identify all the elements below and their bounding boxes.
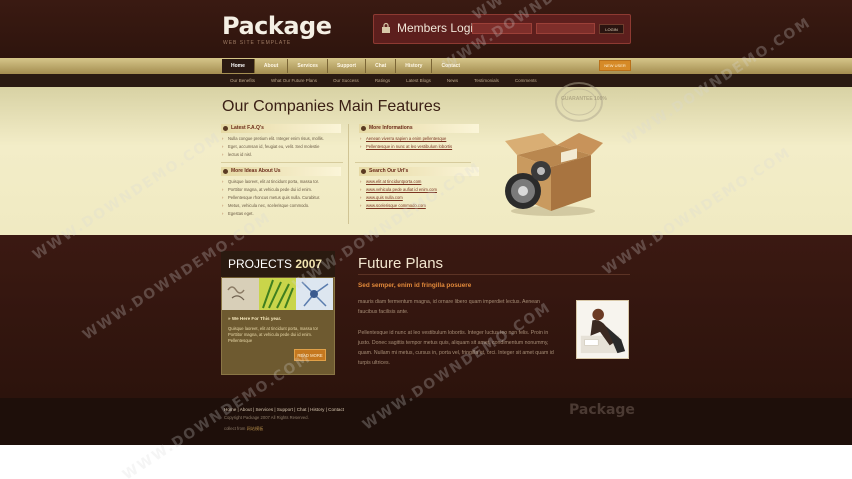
divider [355, 162, 471, 163]
footer-logo: Package [569, 402, 635, 418]
read-more-button[interactable]: READ MORE [294, 349, 326, 361]
nav-item-about[interactable]: About [255, 59, 287, 73]
subnav-item[interactable]: What Our Future Plans [263, 74, 325, 87]
future-plans-photo[interactable] [576, 300, 629, 359]
projects-title: PROJECTS 2007 [228, 257, 322, 271]
projects-subheading: » We Here For This year. [228, 316, 281, 321]
nav-item-home[interactable]: Home [222, 59, 254, 73]
feature-link[interactable]: www.scelerisque commodo.com [360, 202, 437, 210]
feature-list-item: Porttitor magna, at vehicula pede dui id… [222, 186, 320, 194]
nav-item-chat[interactable]: Chat [366, 59, 395, 73]
sub-nav: Our Benefits What Our Future Plans Our Suc… [222, 74, 545, 87]
nav-item-services[interactable]: Services [288, 59, 327, 73]
projects-subheading-text: We Here For This year. [231, 316, 282, 321]
subnav-item[interactable]: Our Benefits [222, 74, 263, 87]
divider [348, 124, 349, 224]
footer-credit-link[interactable]: 网站模板 [247, 426, 264, 431]
future-plans-subtitle: Sed semper, enim id fringilla posuere [358, 282, 472, 289]
future-plans-paragraph: Pellentesque id nunc at leo vestibulum l… [358, 330, 554, 366]
projects-title-year: 2007 [295, 257, 323, 271]
new-user-button[interactable]: NEW USER [599, 60, 631, 71]
guarantee-stamp-text: GUARANTEE 100% [561, 96, 607, 102]
future-plans-paragraph: mauris diam fermentum magna, id ornare l… [358, 299, 540, 315]
more-ideas-list: Quisque laoreet, elit at tincidunt porta… [222, 178, 320, 218]
info-list: Aenean viverra sapien a enim pellentesqu… [360, 135, 452, 151]
feature-link[interactable]: www.elit at tinciduntporta.com [360, 178, 437, 186]
nav-item-contact[interactable]: Contact [432, 59, 469, 73]
subnav-item[interactable]: Comments [507, 74, 545, 87]
footer [0, 398, 852, 445]
login-button[interactable]: LOGIN [599, 24, 624, 34]
lock-icon [382, 22, 390, 33]
subnav-item[interactable]: Latest Blogs [398, 74, 439, 87]
feature-list-item: Nulla congue pretium elit. Integer enim … [222, 135, 324, 143]
subnav-item[interactable]: News [439, 74, 466, 87]
feature-link[interactable]: Pellentesque in nunc at leo vestibulum l… [360, 143, 452, 151]
username-input[interactable] [472, 23, 532, 34]
urls-list: www.elit at tinciduntporta.comwww.vehicu… [360, 178, 437, 210]
feature-link[interactable]: www.vehicula pede aufiat id enim.com [360, 186, 437, 194]
faq-list: Nulla congue pretium elit. Integer enim … [222, 135, 324, 159]
features-title: Our Companies Main Features [222, 98, 441, 115]
logo-tagline: WEB SITE TEMPLATE [223, 40, 292, 46]
feature-list-item: Pellentesque rhoncus metus quis nulla. C… [222, 194, 320, 202]
info-heading: More Informations [359, 124, 479, 133]
feature-list-item: Egestas eget. [222, 210, 320, 218]
divider [221, 162, 343, 163]
feature-link[interactable]: Aenean viverra sapien a enim pellentesqu… [360, 135, 452, 143]
feature-list-item: Metus, vehicula nec, scelerisque commodo… [222, 202, 320, 210]
feature-list-item: Eget, accumsan id, feugiat eu, velit. Se… [222, 143, 324, 151]
more-ideas-heading: More Ideas About Us [221, 167, 341, 176]
nav-item-history[interactable]: History [396, 59, 431, 73]
subnav-item[interactable]: Ratings [367, 74, 398, 87]
project-thumbnail[interactable] [222, 278, 259, 310]
password-input[interactable] [536, 23, 595, 34]
footer-links[interactable]: Home | About | Services | Support | Chat… [224, 407, 344, 412]
urls-heading: Search Our Url's [359, 167, 479, 176]
footer-credit: collect from 网站模板 [224, 426, 263, 432]
divider [358, 274, 630, 275]
projects-title-text: PROJECTS [228, 257, 293, 271]
feature-list-item: lectus id nisl. [222, 151, 324, 159]
subnav-item[interactable]: Testimonials [466, 74, 507, 87]
feature-link[interactable]: www.quis nulla.com [360, 194, 437, 202]
package-box-illustration [505, 133, 603, 216]
future-plans-title: Future Plans [358, 255, 444, 272]
nav-item-support[interactable]: Support [328, 59, 365, 73]
guarantee-stamp [555, 82, 603, 122]
project-thumbnail[interactable] [296, 278, 333, 310]
footer-credit-label: collect from [224, 426, 246, 431]
members-login-title: Members Login: [397, 21, 484, 35]
project-thumbnail[interactable] [259, 278, 296, 310]
projects-text: Quisque laoreet, elit at tincidunt porta… [228, 326, 319, 343]
subnav-item[interactable]: Our Success [325, 74, 367, 87]
page: Package WEB SITE TEMPLATE Members Login:… [0, 0, 852, 479]
main-nav: Home About Services Support Chat History Conta… [222, 59, 469, 73]
feature-list-item: Quisque laoreet, elit at tincidunt porta… [222, 178, 320, 186]
faq-heading: Latest F.A.Q's [221, 124, 341, 133]
footer-copyright: Copyright Package 2007 All Rights Reserv… [224, 415, 309, 420]
site-logo[interactable]: Package [222, 12, 332, 40]
